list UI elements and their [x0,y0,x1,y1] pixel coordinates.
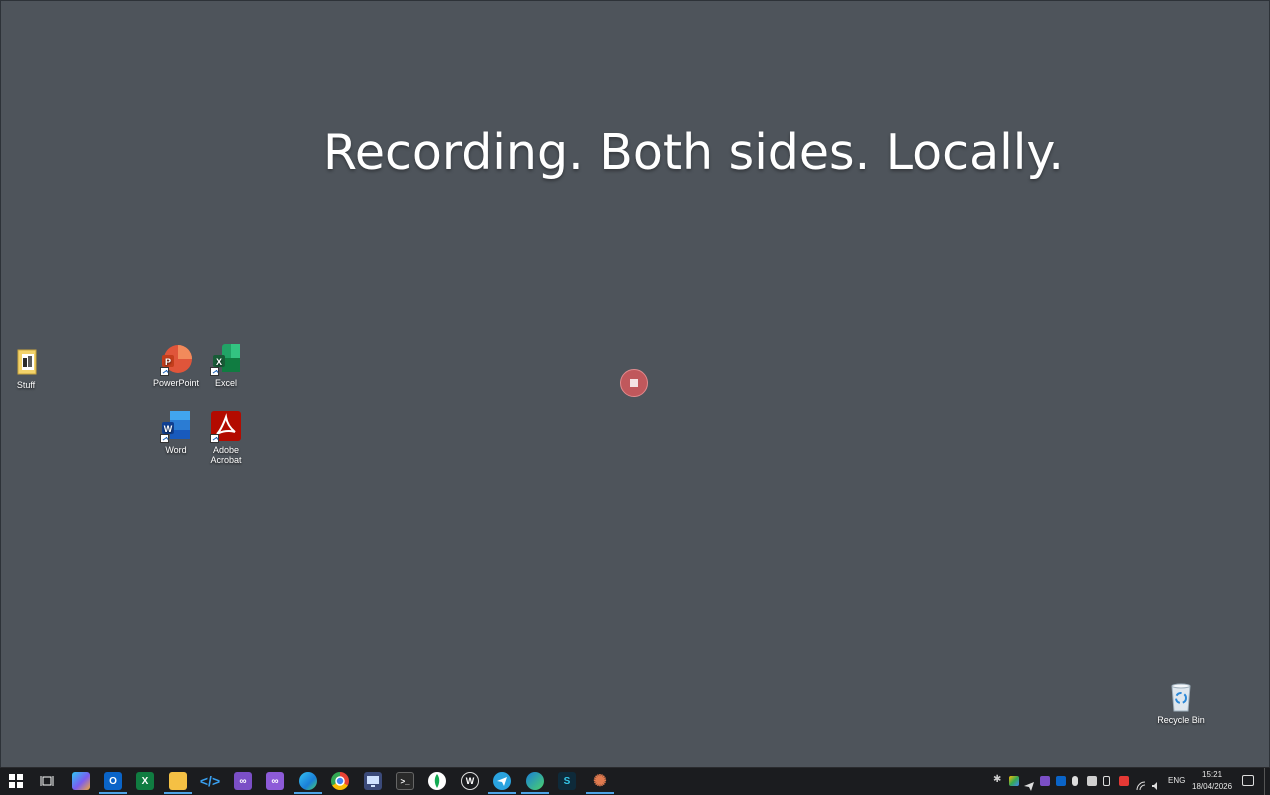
outlook-tray-icon[interactable] [1056,776,1066,786]
start-icon[interactable] [7,772,25,790]
taskbar: O X </> ∞ ∞ >_ W S ✺ ✱ ENG 15:21 18/04/2… [0,767,1270,795]
usb-device-icon[interactable] [1103,776,1110,786]
svg-text:W: W [164,424,173,434]
stop-icon [630,379,638,387]
acrobat-icon [210,411,242,443]
shortcut-arrow-icon [160,434,169,443]
recycle-bin-icon [1165,681,1197,713]
wordpress-icon[interactable]: W [461,772,479,790]
desktop-icon-label: Recycle Bin [1157,715,1205,725]
desktop-icon-label: Excel [214,378,237,388]
excel-icon[interactable]: X [136,772,154,790]
mongodb-icon[interactable] [428,772,446,790]
telegram-tray-icon[interactable] [1024,776,1034,791]
desktop-icon-label: PowerPoint [152,378,200,388]
security-tray-icon[interactable] [1087,776,1097,786]
copilot-icon[interactable] [72,772,90,790]
shortcut-arrow-icon [210,434,219,443]
remote-desktop-icon[interactable] [364,772,382,790]
shortcut-arrow-icon [210,367,219,376]
desktop-icon-powerpoint[interactable]: P PowerPoint [150,344,202,388]
edge-dev-icon[interactable] [521,772,549,794]
show-desktop-button[interactable] [1264,768,1265,795]
microphone-icon[interactable] [1072,776,1078,786]
desktop-icon-stuff[interactable]: Stuff [0,346,52,390]
language-indicator[interactable]: ENG [1168,776,1185,785]
excel-icon: X [210,344,242,376]
desktop-icon-label: Word [165,445,187,455]
tray-sparkle-icon[interactable]: ✱ [993,774,1003,785]
word-icon: W [160,411,192,443]
desktop-icon-excel[interactable]: X Excel [200,344,252,388]
stop-recording-button[interactable] [620,369,648,397]
google-drive-icon[interactable] [1009,776,1019,786]
visual-studio-preview-icon[interactable]: ∞ [266,772,284,790]
desktop-icon-word[interactable]: W Word [150,411,202,455]
desktop-icon-label: Adobe [212,445,240,455]
wifi-icon[interactable] [1136,776,1146,791]
edge-icon[interactable] [294,772,322,794]
telegram-icon[interactable] [488,772,516,794]
onenote-tray-icon[interactable] [1040,776,1050,786]
chrome-icon[interactable] [331,772,349,790]
outlook-icon[interactable]: O [99,772,127,794]
app-s-icon[interactable]: S [558,772,576,790]
notification-center-icon[interactable] [1242,775,1254,786]
desktop-icon-label: Stuff [16,380,36,390]
svg-text:X: X [216,357,222,367]
desktop-icon-adobe-acrobat[interactable]: Adobe Acrobat [200,411,252,465]
terminal-icon[interactable]: >_ [396,772,414,790]
claude-icon[interactable]: ✺ [586,772,614,794]
clock-date[interactable]: 18/04/2026 [1192,782,1232,791]
clock-time[interactable]: 15:21 [1202,770,1222,779]
desktop-icon-label: Acrobat [210,455,242,465]
task-view-icon[interactable] [38,772,56,790]
folder-icon [10,346,42,378]
volume-icon[interactable] [1151,776,1161,790]
visual-studio-icon[interactable]: ∞ [234,772,252,790]
vscode-icon[interactable]: </> [200,772,220,790]
shortcut-arrow-icon [160,367,169,376]
recording-headline: Recording. Both sides. Locally. [323,124,1064,181]
powerpoint-icon: P [160,344,192,376]
app-p-tray-icon[interactable] [1119,776,1129,786]
desktop-icon-recycle-bin[interactable]: Recycle Bin [1155,681,1207,725]
file-explorer-icon[interactable] [164,772,192,794]
svg-text:P: P [165,357,171,367]
